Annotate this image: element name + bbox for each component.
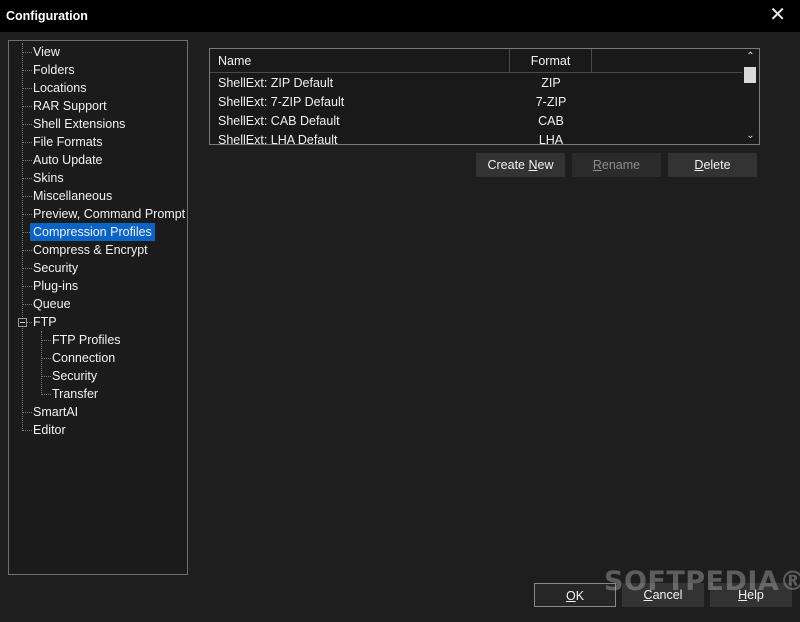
tree-connector (41, 394, 51, 395)
tree-item-ftp-security[interactable]: Security (52, 367, 97, 385)
scroll-down-icon[interactable]: ⌄ (742, 128, 759, 144)
delete-button[interactable]: Delete (668, 153, 757, 177)
tree-item-locations[interactable]: Locations (33, 79, 87, 97)
tree-connector (22, 52, 32, 53)
tree-item-ftp-profiles[interactable]: FTP Profiles (52, 331, 121, 349)
tree-item-security[interactable]: Security (33, 259, 78, 277)
tree-item-auto-update[interactable]: Auto Update (33, 151, 103, 169)
scroll-thumb[interactable] (744, 67, 756, 83)
title-bar: Configuration ✕ (0, 0, 800, 32)
table-row[interactable]: ShellExt: CAB Default CAB (210, 112, 742, 131)
collapse-icon[interactable] (18, 318, 27, 327)
table-row[interactable]: ShellExt: 7-ZIP Default 7-ZIP (210, 93, 742, 112)
tree-connector (22, 124, 32, 125)
tree-connector (22, 214, 32, 215)
column-header-name[interactable]: Name (210, 49, 510, 73)
profile-format: LHA (538, 133, 564, 145)
tree-item-transfer[interactable]: Transfer (52, 385, 98, 403)
table-scrollbar[interactable]: ⌃ ⌄ (742, 49, 759, 144)
table-row[interactable]: ShellExt: ZIP Default ZIP (210, 74, 742, 93)
tree-item-miscellaneous[interactable]: Miscellaneous (33, 187, 112, 205)
tree-connector (41, 358, 51, 359)
tree-connector (41, 376, 51, 377)
tree-connector (22, 232, 30, 233)
tree-connector (22, 268, 32, 269)
scroll-up-icon[interactable]: ⌃ (742, 49, 759, 65)
table-row[interactable]: ShellExt: LHA Default LHA (210, 131, 742, 145)
tree-connector (22, 106, 32, 107)
tree-item-shell-extensions[interactable]: Shell Extensions (33, 115, 125, 133)
column-header-format[interactable]: Format (510, 49, 592, 73)
tree-item-file-formats[interactable]: File Formats (33, 133, 102, 151)
tree-item-folders[interactable]: Folders (33, 61, 75, 79)
tree-connector (22, 304, 32, 305)
tree-connector (22, 178, 32, 179)
tree-connector (22, 430, 32, 431)
tree-connector (41, 340, 51, 341)
column-header-filler (592, 49, 742, 73)
profile-format: CAB (538, 114, 564, 128)
tree-connector (22, 43, 23, 429)
tree-item-compression-profiles[interactable]: Compression Profiles (30, 223, 155, 241)
tree-item-queue[interactable]: Queue (33, 295, 71, 313)
close-icon[interactable]: ✕ (769, 4, 786, 26)
profile-name: ShellExt: LHA Default (218, 133, 338, 145)
tree-item-compress-encrypt[interactable]: Compress & Encrypt (33, 241, 148, 259)
create-new-button[interactable]: Create New (476, 153, 565, 177)
tree-connector (22, 70, 32, 71)
window-title: Configuration (6, 9, 88, 23)
profile-name: ShellExt: 7-ZIP Default (218, 95, 345, 109)
profile-format: ZIP (541, 76, 561, 90)
profile-name: ShellExt: CAB Default (218, 114, 340, 128)
tree-item-connection[interactable]: Connection (52, 349, 115, 367)
tree-item-plug-ins[interactable]: Plug-ins (33, 277, 78, 295)
softpedia-watermark: SOFTPEDIA® (604, 566, 800, 597)
profile-format: 7-ZIP (535, 95, 567, 109)
tree-connector (22, 88, 32, 89)
tree-connector (22, 142, 32, 143)
tree-item-rar-support[interactable]: RAR Support (33, 97, 107, 115)
profile-name: ShellExt: ZIP Default (218, 76, 334, 90)
profiles-table[interactable]: Name Format ShellExt: ZIP Default ZIP Sh… (209, 48, 760, 145)
tree-item-smartai[interactable]: SmartAI (33, 403, 78, 421)
rename-button[interactable]: Rename (572, 153, 661, 177)
tree-item-view[interactable]: View (33, 43, 60, 61)
tree-connector (22, 196, 32, 197)
tree-connector (22, 250, 32, 251)
settings-tree: View Folders Locations RAR Support Shell… (8, 40, 188, 575)
tree-item-ftp[interactable]: FTP (33, 313, 57, 331)
tree-connector (22, 412, 32, 413)
tree-item-skins[interactable]: Skins (33, 169, 64, 187)
tree-item-preview-command-prompt[interactable]: Preview, Command Prompt (33, 205, 185, 223)
tree-connector (22, 160, 32, 161)
tree-item-editor[interactable]: Editor (33, 421, 66, 439)
tree-connector (22, 286, 32, 287)
